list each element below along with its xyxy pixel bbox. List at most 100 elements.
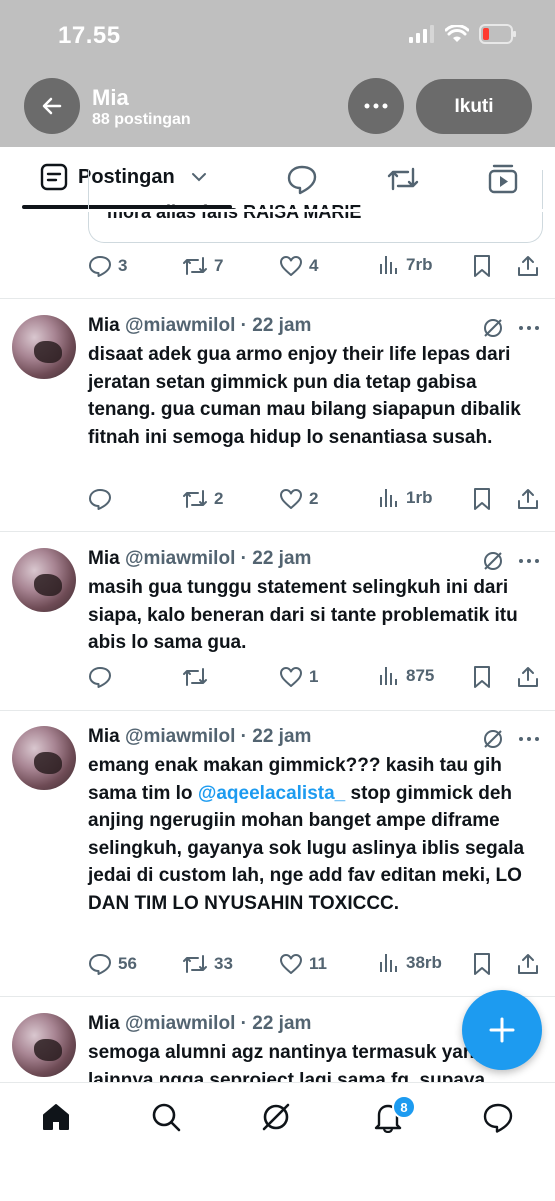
bookmark-button[interactable] — [472, 487, 492, 511]
divider — [0, 531, 555, 532]
repost-icon — [183, 257, 207, 275]
repost-button[interactable]: 2 — [182, 487, 223, 511]
reply-icon — [89, 489, 111, 510]
like-button[interactable]: 11 — [279, 952, 327, 976]
nav-search[interactable] — [150, 1101, 182, 1138]
author-handle[interactable]: @miawmilol — [125, 726, 235, 747]
notification-badge: 8 — [392, 1095, 416, 1119]
bookmark-button[interactable] — [472, 952, 492, 976]
share-button[interactable] — [516, 952, 540, 976]
reply-button[interactable] — [88, 487, 118, 511]
reply-button[interactable] — [88, 665, 118, 689]
reply-count: 3 — [118, 256, 128, 275]
repost-button[interactable]: 7 — [182, 254, 223, 278]
avatar[interactable] — [12, 726, 76, 790]
views-icon — [380, 667, 397, 685]
quoted-post-text: mora alias fans RAISA MARIE — [107, 202, 362, 222]
divider — [0, 298, 555, 299]
reply-icon — [89, 954, 111, 975]
post-more-icon[interactable] — [518, 317, 540, 339]
wifi-icon — [445, 25, 469, 42]
bookmark-button[interactable] — [472, 665, 492, 689]
post-header: Mia @miawmilol · 22 jam — [88, 548, 311, 570]
post-header: Mia @miawmilol · 22 jam — [88, 726, 311, 748]
author-name[interactable]: Mia — [88, 315, 120, 336]
posts-tab-icon — [40, 163, 68, 191]
heart-icon — [280, 489, 302, 509]
avatar[interactable] — [12, 548, 76, 612]
avatar[interactable] — [12, 1013, 76, 1077]
reply-button[interactable]: 56 — [88, 952, 137, 976]
repost-button[interactable] — [182, 665, 214, 689]
post-time: · 22 jam — [240, 315, 312, 336]
like-count: 4 — [309, 256, 319, 275]
share-button[interactable] — [516, 487, 540, 511]
nav-grok[interactable] — [260, 1101, 292, 1138]
divider — [0, 710, 555, 711]
more-options-button[interactable] — [348, 78, 404, 134]
share-icon — [518, 954, 538, 974]
share-button[interactable] — [516, 665, 540, 689]
grok-icon — [262, 1103, 290, 1131]
post-more-icon[interactable] — [518, 550, 540, 572]
like-count: 1 — [309, 667, 319, 686]
like-button[interactable]: 1 — [279, 665, 318, 689]
reply-button[interactable]: 3 — [88, 254, 127, 278]
message-icon — [483, 1103, 513, 1133]
share-icon — [518, 489, 538, 509]
views-icon — [380, 954, 397, 972]
post-actions: 3 7 4 7rb — [0, 254, 555, 284]
views-icon — [380, 256, 397, 274]
views-button[interactable]: 7rb — [378, 254, 432, 276]
grok-icon[interactable] — [482, 317, 504, 339]
nav-messages[interactable] — [482, 1101, 514, 1138]
like-count: 11 — [309, 954, 327, 973]
mention-link[interactable]: @aqeelacalista_ — [198, 783, 345, 804]
plus-icon — [489, 1017, 515, 1043]
post-count: 88 postingan — [92, 111, 191, 128]
compose-button[interactable] — [462, 990, 542, 1070]
status-icons — [409, 24, 517, 44]
bookmark-icon — [474, 488, 490, 510]
repost-button[interactable]: 33 — [182, 952, 233, 976]
grok-icon[interactable] — [482, 728, 504, 750]
heart-icon — [280, 256, 302, 276]
post-actions: 1 875 — [0, 665, 555, 695]
repost-icon — [183, 490, 207, 508]
views-button[interactable]: 875 — [378, 665, 434, 687]
like-count: 2 — [309, 489, 319, 508]
post-header: Mia @miawmilol · 22 jam — [88, 1013, 311, 1035]
views-icon — [380, 489, 397, 507]
bookmark-button[interactable] — [472, 254, 492, 278]
bookmark-icon — [474, 953, 490, 975]
author-handle[interactable]: @miawmilol — [125, 548, 235, 569]
quoted-post-card[interactable]: mora alias fans RAISA MARIE — [88, 170, 543, 243]
bookmark-icon — [474, 666, 490, 688]
views-button[interactable]: 38rb — [378, 952, 442, 974]
post-actions: 2 2 1rb — [0, 487, 555, 517]
author-handle[interactable]: @miawmilol — [125, 1013, 235, 1034]
post-text: disaat adek gua armo enjoy their life le… — [88, 344, 521, 448]
follow-button[interactable]: Ikuti — [416, 79, 532, 134]
author-name[interactable]: Mia — [88, 1013, 120, 1034]
back-button[interactable] — [24, 78, 80, 134]
author-name[interactable]: Mia — [88, 548, 120, 569]
views-button[interactable]: 1rb — [378, 487, 432, 509]
avatar[interactable] — [12, 315, 76, 379]
post-time: · 22 jam — [240, 726, 312, 747]
post-text: masih gua tunggu statement selingkuh ini… — [88, 577, 518, 653]
divider — [0, 996, 555, 997]
like-button[interactable]: 2 — [279, 487, 318, 511]
like-button[interactable]: 4 — [279, 254, 318, 278]
view-count: 1rb — [406, 488, 433, 507]
view-count: 38rb — [406, 953, 442, 972]
grok-icon[interactable] — [482, 550, 504, 572]
author-name[interactable]: Mia — [88, 726, 120, 747]
tab-divider — [0, 209, 555, 212]
author-handle[interactable]: @miawmilol — [125, 315, 235, 336]
more-dots-icon — [364, 103, 388, 109]
share-button[interactable] — [516, 254, 540, 278]
post-more-icon[interactable] — [518, 728, 540, 750]
nav-home[interactable] — [40, 1101, 72, 1138]
battery-icon — [479, 24, 516, 44]
